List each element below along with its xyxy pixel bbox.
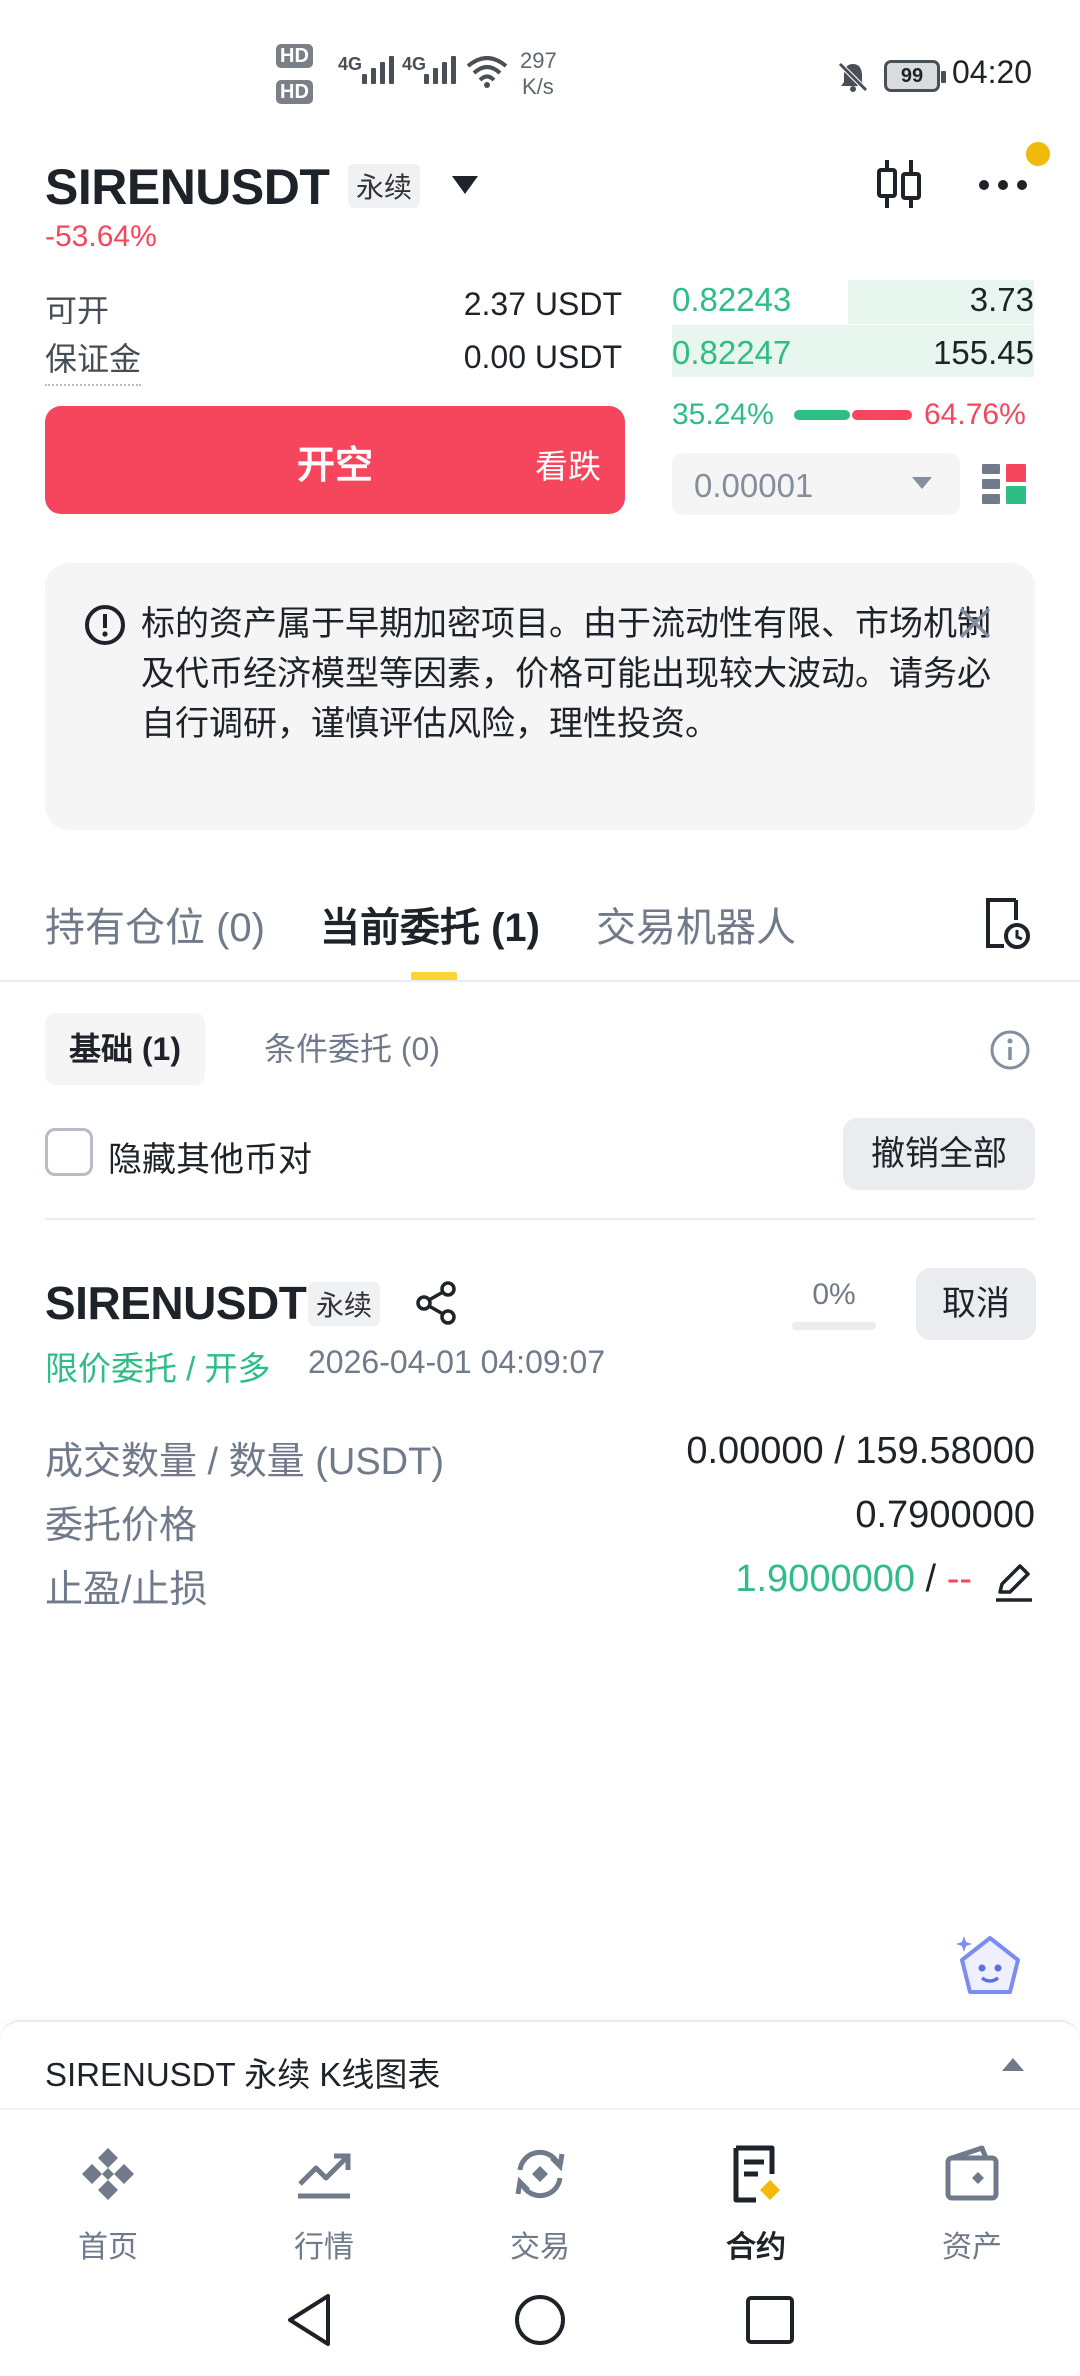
tabs-divider (0, 980, 1080, 982)
precision-value: 0.00001 (694, 467, 814, 504)
buy-ratio-bar (794, 410, 850, 420)
nav-futures[interactable]: 合约 (648, 2110, 864, 2270)
system-nav-bar (0, 2268, 1080, 2376)
tpsl-values: 1.9000000 / -- (735, 1558, 972, 1601)
nav-markets-label: 行情 (294, 2231, 354, 2264)
orderbook-qty: 155.45 (933, 334, 1034, 371)
trade-icon (515, 2149, 565, 2199)
warning-circle-icon (85, 605, 125, 645)
close-icon[interactable] (957, 605, 993, 641)
nav-home-label: 首页 (78, 2231, 138, 2264)
nav-assets[interactable]: 资产 (864, 2110, 1080, 2270)
bottom-nav: 首页 行情 交易 合约 资产 (0, 2108, 1080, 2268)
order-history-icon[interactable] (982, 896, 1032, 952)
markets-icon (298, 2153, 351, 2199)
nav-futures-label: 合约 (726, 2231, 786, 2264)
home-circle-icon[interactable] (512, 2292, 568, 2348)
signal-2-icon (424, 56, 456, 84)
nav-markets[interactable]: 行情 (216, 2110, 432, 2270)
network-speed-value: 297 (520, 48, 557, 73)
cancel-order-button[interactable]: 取消 (916, 1268, 1036, 1340)
nav-assets-label: 资产 (942, 2231, 1002, 2264)
sell-ratio: 64.76% (924, 398, 1026, 431)
orderbook-price: 0.82243 (672, 281, 792, 318)
order-type: 限价委托 / 开多 (45, 1350, 271, 1387)
assets-icon (945, 2145, 999, 2201)
subtab-basic[interactable]: 基础 (1) (45, 1013, 206, 1085)
available-label: 可开 (45, 293, 110, 324)
order-symbol[interactable]: SIRENUSDT (45, 1276, 307, 1330)
orderbook-price: 0.82247 (672, 334, 792, 371)
hd-voice-1-icon: HD (276, 44, 313, 68)
risk-notice-text: 标的资产属于早期加密项目。由于流动性有限、市场机制及代币经济模型等因素，价格可能… (141, 605, 991, 743)
more-options-icon[interactable] (976, 170, 1036, 200)
tab-open-orders[interactable]: 当前委托 (1) (320, 895, 540, 953)
kline-chart-toggle[interactable]: SIRENUSDT 永续 K线图表 (0, 2020, 1080, 2108)
margin-value: 0.00 USDT (463, 339, 622, 375)
back-icon[interactable] (284, 2292, 334, 2348)
notification-dot (1026, 142, 1050, 166)
tab-trading-bots[interactable]: 交易机器人 (596, 895, 796, 953)
tab-positions[interactable]: 持有仓位 (0) (45, 895, 265, 953)
orderbook-qty: 3.73 (969, 281, 1034, 318)
chevron-down-icon (912, 477, 932, 489)
nav-home[interactable]: 首页 (0, 2110, 216, 2270)
orderbook-row[interactable]: 0.82247 155.45 (672, 325, 1034, 377)
battery-indicator: 99 (884, 60, 946, 92)
orderbook-row[interactable]: 0.82243 3.73 (672, 280, 1034, 324)
tpsl-separator: / (915, 1558, 947, 1600)
hide-other-pairs-checkbox[interactable] (45, 1128, 93, 1176)
order-contract-tag: 永续 (308, 1282, 381, 1326)
wifi-icon (466, 56, 508, 88)
ai-assistant-icon[interactable] (952, 1930, 1028, 2006)
network-type-1: 4G (338, 54, 363, 74)
fill-progress-bar (792, 1322, 876, 1330)
open-short-button[interactable]: 开空 看跌 (45, 406, 625, 514)
margin-label[interactable]: 保证金 (45, 334, 142, 386)
info-icon[interactable] (988, 1028, 1032, 1072)
chevron-up-icon (1002, 2058, 1024, 2071)
cancel-all-button[interactable]: 撤销全部 (843, 1118, 1035, 1190)
subtab-conditional[interactable]: 条件委托 (0) (240, 1013, 464, 1085)
clock: 04:20 (952, 54, 1033, 90)
home-icon (82, 2148, 134, 2200)
signal-1-icon (362, 56, 394, 84)
share-icon[interactable] (414, 1280, 460, 1326)
order-price-value: 0.7900000 (855, 1494, 1035, 1536)
status-bar: HD HD 4G 4G 297 K/s 99 04:20 (0, 0, 1080, 150)
risk-notice-banner: 标的资产属于早期加密项目。由于流动性有限、市场机制及代币经济模型等因素，价格可能… (45, 563, 1035, 830)
order-price-label: 委托价格 (45, 1505, 198, 1547)
futures-icon (733, 2145, 780, 2203)
available-value: 2.37 USDT (463, 286, 622, 322)
stop-loss-value: -- (946, 1558, 972, 1600)
precision-select[interactable]: 0.00001 (672, 453, 960, 515)
network-speed-unit: K/s (522, 74, 554, 99)
mute-bell-icon (838, 62, 868, 92)
buy-ratio: 35.24% (672, 398, 774, 431)
bearish-label: 看跌 (535, 448, 601, 485)
filled-qty-label: 成交数量 / 数量 (USDT) (45, 1441, 444, 1483)
price-change-percent: -53.64% (45, 220, 157, 253)
order-time: 2026-04-01 04:09:07 (308, 1344, 606, 1380)
take-profit-value: 1.9000000 (735, 1558, 915, 1600)
sell-ratio-bar (852, 410, 912, 420)
scrolled-clip-row: 可开 2.37 USDT 0.82243 3.73 (0, 280, 1080, 324)
filter-divider (45, 1218, 1035, 1220)
kline-chart-label: SIRENUSDT 永续 K线图表 (45, 2056, 441, 2093)
symbol-dropdown-icon[interactable] (450, 174, 480, 196)
candlestick-chart-icon[interactable] (874, 156, 924, 212)
nav-trade-label: 交易 (510, 2231, 570, 2264)
contract-type-tag: 永续 (348, 164, 421, 208)
edit-icon[interactable] (992, 1560, 1036, 1604)
fill-percent: 0% (812, 1278, 856, 1311)
filled-qty-value: 0.00000 / 159.58000 (686, 1430, 1035, 1472)
orderbook-layout-icon[interactable] (980, 460, 1028, 508)
tpsl-label: 止盈/止损 (45, 1569, 208, 1611)
hd-voice-2-icon: HD (276, 80, 313, 104)
symbol-title[interactable]: SIRENUSDT (45, 158, 330, 216)
recents-icon[interactable] (744, 2294, 796, 2346)
nav-trade[interactable]: 交易 (432, 2110, 648, 2270)
network-type-2: 4G (402, 54, 427, 74)
hide-other-pairs-label: 隐藏其他币对 (108, 1141, 312, 1179)
